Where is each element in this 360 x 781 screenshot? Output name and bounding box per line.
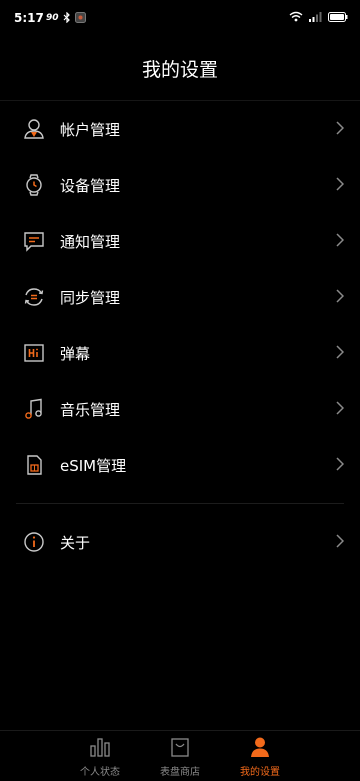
- tab-label: 我的设置: [240, 767, 280, 778]
- status-right-icons: [289, 11, 348, 22]
- bar-chart-icon: [90, 738, 110, 757]
- tab-watchface-store[interactable]: 表盘商店: [140, 731, 220, 781]
- status-time: 5:17: [14, 11, 44, 25]
- app-notification-icon: [74, 12, 86, 23]
- wifi-icon: [289, 11, 303, 22]
- menu-item-label: 设备管理: [60, 176, 121, 195]
- settings-menu: 帐户管理 设备管理 通知管理 同步管理 弹幕 音乐管理 eSIM管理 关于: [0, 101, 360, 570]
- status-left-icons: 90: [46, 12, 86, 23]
- chevron-right-icon: [336, 534, 344, 548]
- menu-item-sync[interactable]: 同步管理: [0, 269, 360, 325]
- shopping-bag-icon: [171, 738, 189, 757]
- menu-item-about[interactable]: 关于: [0, 514, 360, 570]
- status-bar: 5:17 90: [0, 0, 360, 36]
- chevron-right-icon: [336, 457, 344, 471]
- music-icon: [25, 398, 42, 419]
- chevron-right-icon: [336, 177, 344, 191]
- menu-item-label: 帐户管理: [60, 120, 121, 139]
- menu-spacer: [0, 504, 360, 514]
- chevron-right-icon: [336, 121, 344, 135]
- hi-barrage-icon: [24, 344, 44, 362]
- chevron-right-icon: [336, 233, 344, 247]
- tab-label: 个人状态: [80, 767, 120, 778]
- bluetooth-icon: [63, 12, 70, 23]
- watch-icon: [26, 174, 42, 196]
- tab-personal-status[interactable]: 个人状态: [60, 731, 140, 781]
- chevron-right-icon: [336, 345, 344, 359]
- info-icon: [24, 532, 44, 552]
- menu-item-music[interactable]: 音乐管理: [0, 381, 360, 437]
- data-speed-indicator: 90: [46, 12, 59, 23]
- sim-card-icon: [27, 455, 42, 475]
- battery-icon: [328, 11, 348, 22]
- page-title: 我的设置: [141, 58, 218, 81]
- chevron-right-icon: [336, 289, 344, 303]
- menu-item-esim[interactable]: eSIM管理: [0, 437, 360, 493]
- sync-icon: [24, 288, 44, 306]
- tab-my-settings[interactable]: 我的设置: [220, 731, 300, 781]
- menu-item-notification[interactable]: 通知管理: [0, 213, 360, 269]
- chevron-right-icon: [336, 401, 344, 415]
- menu-item-barrage[interactable]: 弹幕: [0, 325, 360, 381]
- page-header: 我的设置: [0, 36, 360, 101]
- bottom-tab-bar: 个人状态 表盘商店 我的设置: [0, 730, 360, 781]
- menu-spacer: [0, 493, 360, 503]
- menu-item-label: 关于: [60, 533, 91, 552]
- notification-message-icon: [24, 232, 44, 252]
- menu-item-label: 音乐管理: [60, 400, 121, 419]
- signal-icon: [309, 12, 322, 22]
- tab-label: 表盘商店: [160, 767, 200, 778]
- menu-item-device[interactable]: 设备管理: [0, 157, 360, 213]
- user-icon: [251, 737, 269, 757]
- menu-item-label: 同步管理: [60, 288, 121, 307]
- menu-item-label: 通知管理: [60, 232, 121, 251]
- account-icon: [24, 119, 44, 139]
- menu-item-account[interactable]: 帐户管理: [0, 101, 360, 157]
- menu-item-label: 弹幕: [60, 344, 91, 363]
- menu-item-label: eSIM管理: [60, 456, 127, 475]
